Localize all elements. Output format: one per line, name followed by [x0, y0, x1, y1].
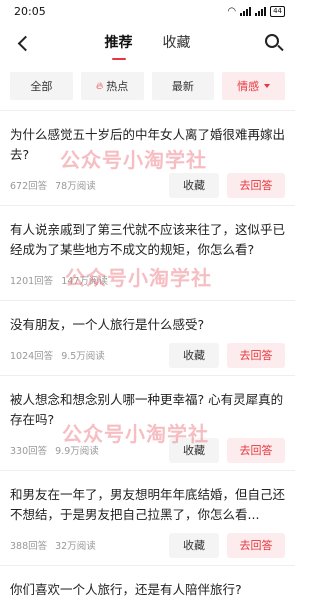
answer-button[interactable]: 去回答: [227, 342, 285, 368]
battery-icon: 44: [270, 5, 285, 17]
tab-favorites[interactable]: 收藏: [163, 32, 191, 60]
question-item[interactable]: 你们喜欢一个人旅行，还是有人陪伴旅行?: [0, 566, 295, 600]
favorite-button[interactable]: 收藏: [169, 342, 219, 368]
status-bar: 20:05 ◠ 44: [0, 0, 295, 22]
filter-bar: 全部 🔥︎ 热点 最新 情感: [0, 64, 295, 110]
filter-label: 最新: [171, 80, 194, 93]
status-time: 20:05: [14, 4, 46, 18]
signal-icon-2: [255, 6, 267, 16]
answer-count: 1201回答: [10, 276, 54, 287]
question-item[interactable]: 有人说亲戚到了第三代就不应该来往了，这似乎已经成为了某些地方不成文的规矩，你怎么…: [0, 206, 295, 301]
question-meta: 1201回答 147万阅读: [10, 260, 285, 300]
answer-count: 330回答: [10, 446, 48, 457]
search-icon[interactable]: [263, 32, 285, 54]
view-count: 147万阅读: [61, 276, 108, 287]
filter-label: 情感: [237, 80, 260, 93]
question-item[interactable]: 没有朋友，一个人旅行是什么感受? 1024回答 9.5万阅读 收藏 去回答: [0, 301, 295, 376]
filter-hot[interactable]: 🔥︎ 热点: [80, 72, 144, 100]
view-count: 78万阅读: [55, 181, 96, 192]
question-title[interactable]: 和男友在一年了，男友想明年年底结婚，但自己还不想结，于是男友把自己拉黑了，你怎么…: [10, 485, 285, 525]
filter-latest[interactable]: 最新: [151, 72, 215, 100]
answer-button[interactable]: 去回答: [227, 172, 285, 198]
filter-label: 全部: [30, 80, 53, 93]
favorite-button[interactable]: 收藏: [169, 532, 219, 558]
question-meta: 1024回答 9.5万阅读 收藏 去回答: [10, 335, 285, 375]
tab-recommended[interactable]: 推荐: [105, 32, 133, 60]
question-meta: 330回答 9.9万阅读 收藏 去回答: [10, 430, 285, 470]
tab-bar: 推荐 收藏: [0, 32, 295, 60]
favorite-button[interactable]: 收藏: [169, 172, 219, 198]
question-list: 为什么感觉五十岁后的中年女人离了婚很难再嫁出去? 672回答 78万阅读 收藏 …: [0, 111, 295, 600]
answer-count: 388回答: [10, 541, 48, 552]
question-title[interactable]: 你们喜欢一个人旅行，还是有人陪伴旅行?: [10, 580, 285, 600]
status-icons: ◠ 44: [227, 5, 285, 17]
wifi-icon: ◠: [227, 5, 237, 17]
top-nav: 推荐 收藏: [0, 22, 295, 64]
fire-icon: 🔥︎: [95, 80, 104, 92]
question-title[interactable]: 有人说亲戚到了第三代就不应该来往了，这似乎已经成为了某些地方不成文的规矩，你怎么…: [10, 220, 285, 260]
answer-count: 1024回答: [10, 351, 54, 362]
question-item[interactable]: 和男友在一年了，男友想明年年底结婚，但自己还不想结，于是男友把自己拉黑了，你怎么…: [0, 471, 295, 566]
question-meta: 388回答 32万阅读 收藏 去回答: [10, 525, 285, 565]
filter-all[interactable]: 全部: [10, 72, 73, 100]
caret-down-icon: [264, 84, 271, 88]
answer-button[interactable]: 去回答: [227, 437, 285, 463]
filter-label: 热点: [106, 80, 129, 93]
question-title[interactable]: 被人想念和想念别人哪一种更幸福? 心有灵犀真的存在吗?: [10, 390, 285, 430]
view-count: 32万阅读: [55, 541, 96, 552]
favorite-button[interactable]: 收藏: [169, 437, 219, 463]
signal-icon: [240, 6, 252, 16]
view-count: 9.9万阅读: [55, 446, 99, 457]
answer-button[interactable]: 去回答: [227, 532, 285, 558]
question-item[interactable]: 被人想念和想念别人哪一种更幸福? 心有灵犀真的存在吗? 330回答 9.9万阅读…: [0, 376, 295, 471]
answer-count: 672回答: [10, 181, 48, 192]
view-count: 9.5万阅读: [61, 351, 105, 362]
filter-emotion[interactable]: 情感: [222, 72, 285, 100]
question-meta: 672回答 78万阅读 收藏 去回答: [10, 165, 285, 205]
question-item[interactable]: 为什么感觉五十岁后的中年女人离了婚很难再嫁出去? 672回答 78万阅读 收藏 …: [0, 111, 295, 206]
question-title[interactable]: 为什么感觉五十岁后的中年女人离了婚很难再嫁出去?: [10, 125, 285, 165]
question-title[interactable]: 没有朋友，一个人旅行是什么感受?: [10, 315, 285, 335]
